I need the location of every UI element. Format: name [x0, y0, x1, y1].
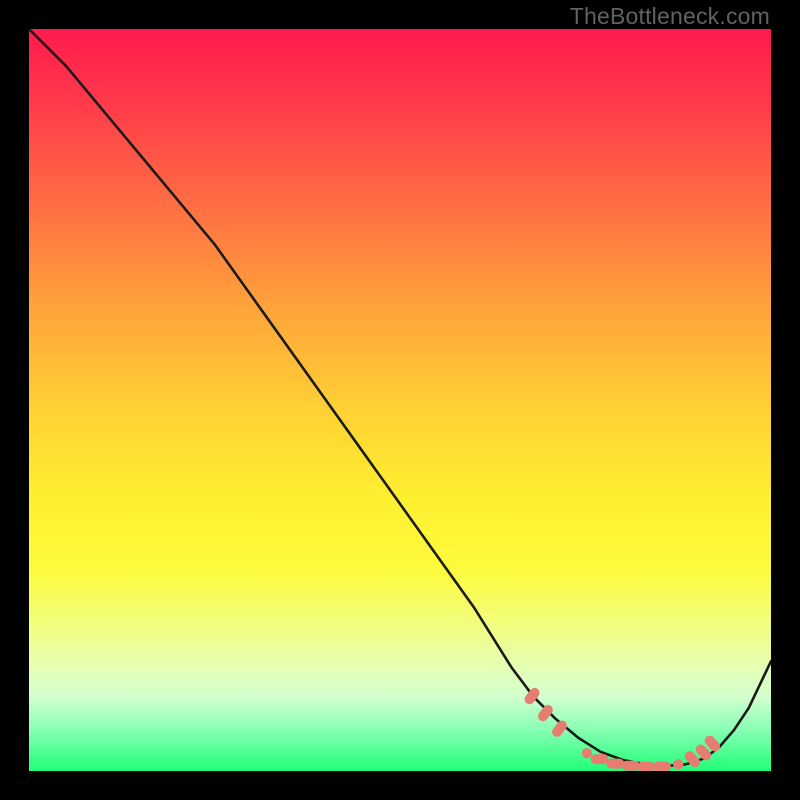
watermark-text: TheBottleneck.com	[570, 3, 770, 30]
valley-marker-group	[523, 686, 723, 771]
curve-layer	[29, 29, 771, 771]
chart-stage: TheBottleneck.com	[0, 0, 800, 800]
plot-area	[29, 29, 771, 771]
valley-marker	[637, 762, 655, 771]
valley-marker	[536, 703, 555, 723]
valley-marker	[606, 759, 624, 769]
bottleneck-curve	[29, 29, 771, 766]
valley-marker	[653, 762, 671, 771]
valley-marker	[582, 748, 592, 758]
valley-marker	[591, 754, 609, 764]
valley-marker	[622, 761, 640, 771]
valley-marker	[673, 759, 683, 769]
